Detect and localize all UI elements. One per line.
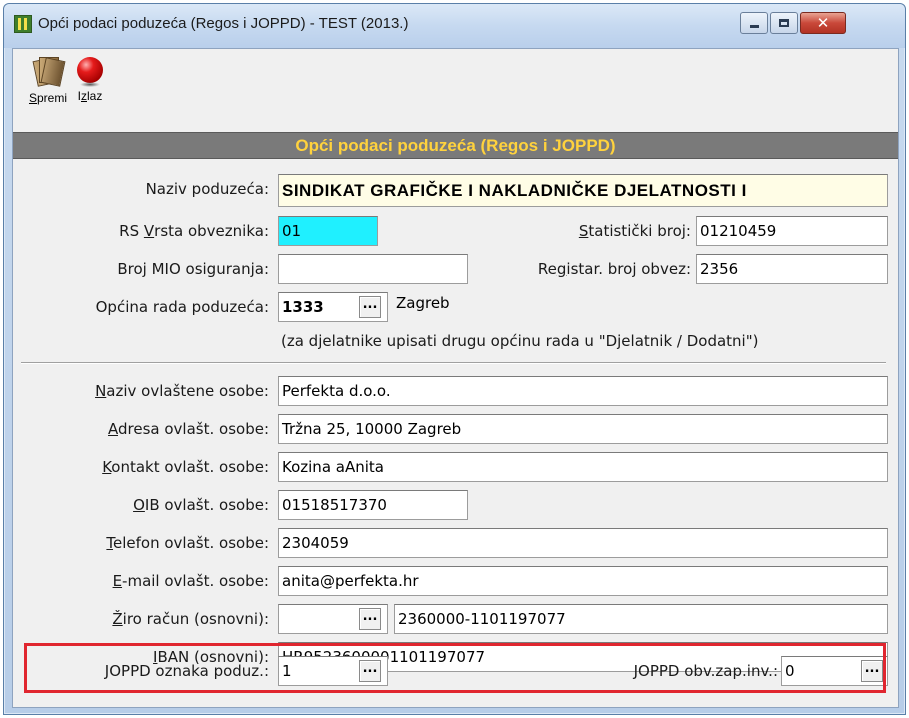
rep-contact-label: Kontakt ovlašt. osobe: xyxy=(102,458,269,476)
exit-button[interactable]: Izlaz xyxy=(65,55,115,103)
red-ball-icon xyxy=(77,57,103,87)
stat-number-field[interactable]: 01210459 xyxy=(696,216,888,246)
rep-address-field[interactable]: Tržna 25, 10000 Zagreb xyxy=(278,414,888,444)
bank-account-field[interactable]: 2360000-1101197077 xyxy=(394,604,888,634)
registry-number-field[interactable]: 2356 xyxy=(696,254,888,284)
rep-phone-label: Telefon ovlašt. osobe: xyxy=(106,534,269,552)
obligor-type-field[interactable]: 01 xyxy=(278,216,378,246)
minimize-button[interactable] xyxy=(740,12,768,34)
rep-phone-field[interactable]: 2304059 xyxy=(278,528,888,558)
rep-email-field[interactable]: anita@perfekta.hr xyxy=(278,566,888,596)
registry-number-label: Registar. broj obvez: xyxy=(537,260,691,278)
exit-label: Izlaz xyxy=(77,89,103,103)
rep-oib-field[interactable]: 01518517370 xyxy=(278,490,468,520)
window-title: Opći podaci poduzeća (Regos i JOPPD) - T… xyxy=(38,15,409,32)
rep-oib-label: OIB ovlašt. osobe: xyxy=(133,496,269,514)
section-header: Opći podaci poduzeća (Regos i JOPPD) xyxy=(13,132,898,159)
close-button[interactable]: ✕ xyxy=(800,12,846,34)
company-name-field[interactable]: SINDIKAT GRAFIČKE I NAKLADNIČKE DJELATNO… xyxy=(278,174,888,207)
municipality-hint: (za djelatnike upisati drugu općinu rada… xyxy=(281,332,759,350)
close-icon: ✕ xyxy=(816,14,830,32)
municipality-label: Općina rada poduzeća: xyxy=(95,298,269,316)
client-area: Spremi Izlaz Opći podaci poduzeća (Regos… xyxy=(12,48,899,708)
rep-name-label: Naziv ovlaštene osobe: xyxy=(95,382,269,400)
rep-email-label: E-mail ovlašt. osobe: xyxy=(112,572,269,590)
maximize-button[interactable] xyxy=(770,12,798,34)
app-icon xyxy=(14,15,32,33)
municipality-lookup-button[interactable]: ... xyxy=(359,296,381,318)
bank-lookup-button[interactable]: ... xyxy=(359,608,381,630)
mio-number-field[interactable] xyxy=(278,254,468,284)
folders-icon xyxy=(32,55,66,87)
maximize-icon xyxy=(779,19,789,27)
company-name-label: Naziv poduzeća: xyxy=(145,180,269,198)
minimize-icon xyxy=(749,25,759,28)
toolbar: Spremi Izlaz xyxy=(13,49,898,132)
rep-address-label: Adresa ovlašt. osobe: xyxy=(108,420,269,438)
bank-account-label: Žiro račun (osnovni): xyxy=(112,610,269,628)
rep-contact-field[interactable]: Kozina aAnita xyxy=(278,452,888,482)
title-bar[interactable]: Opći podaci poduzeća (Regos i JOPPD) - T… xyxy=(4,4,905,48)
stat-number-label: Statistički broj: xyxy=(578,222,691,240)
highlight-frame xyxy=(24,643,886,693)
app-window: Opći podaci poduzeća (Regos i JOPPD) - T… xyxy=(3,3,906,715)
obligor-type-label: RS Vrsta obveznika: xyxy=(119,222,269,240)
municipality-name: Zagreb xyxy=(396,294,450,312)
mio-number-label: Broj MIO osiguranja: xyxy=(117,260,269,278)
rep-name-field[interactable]: Perfekta d.o.o. xyxy=(278,376,888,406)
separator xyxy=(21,362,886,364)
